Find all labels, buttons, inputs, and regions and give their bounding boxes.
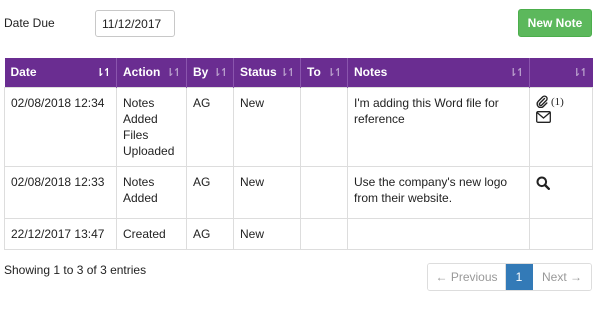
- new-note-button[interactable]: New Note: [518, 9, 592, 37]
- next-page-button[interactable]: Next →: [533, 264, 591, 290]
- column-header-date[interactable]: Date ⇂↿: [4, 58, 117, 87]
- cell-status: New: [233, 217, 301, 250]
- page-1-button[interactable]: 1: [506, 264, 533, 290]
- table-row: 22/12/2017 13:47 Created AG New: [4, 217, 593, 250]
- table-row: 02/08/2018 12:33 Notes Added AG New Use …: [4, 165, 593, 219]
- sort-icon[interactable]: ⇂↿: [327, 66, 344, 79]
- table-header-row: Date ⇂↿ Action ⇂↿ By ⇂↿ Status ⇂↿ To ⇂↿ …: [4, 58, 593, 87]
- sort-descending-icon[interactable]: ⇂↿: [96, 66, 113, 79]
- attachment-count: (1): [551, 95, 564, 108]
- cell-date: 02/08/2018 12:34: [4, 86, 117, 167]
- envelope-icon[interactable]: [536, 110, 551, 123]
- cell-date: 02/08/2018 12:33: [4, 165, 117, 219]
- table-info: Showing 1 to 3 of 3 entries: [4, 263, 147, 277]
- cell-to: [300, 86, 348, 167]
- pagination: ← Previous 1 Next →: [427, 263, 592, 291]
- column-header-label: Status: [240, 65, 277, 80]
- cell-to: [300, 165, 348, 219]
- cell-action: Created: [116, 217, 187, 250]
- column-header-by[interactable]: By ⇂↿: [186, 58, 234, 87]
- column-header-label: To: [307, 65, 321, 80]
- cell-row-actions: [529, 217, 593, 250]
- cell-action: Notes Added: [116, 165, 187, 219]
- cell-notes: Use the company's new logo from their we…: [347, 165, 530, 219]
- column-header-actions[interactable]: ⇂↿: [529, 58, 593, 87]
- cell-by: AG: [186, 217, 234, 250]
- table-row: 02/08/2018 12:34 Notes Added Files Uploa…: [4, 86, 593, 167]
- cell-action: Notes Added Files Uploaded: [116, 86, 187, 167]
- date-due-label: Date Due: [4, 16, 55, 30]
- column-header-label: Date: [10, 65, 37, 80]
- search-icon[interactable]: [536, 176, 550, 190]
- paperclip-icon[interactable]: [536, 95, 548, 108]
- column-header-action[interactable]: Action ⇂↿: [116, 58, 187, 87]
- notes-table: Date ⇂↿ Action ⇂↿ By ⇂↿ Status ⇂↿ To ⇂↿ …: [4, 58, 593, 250]
- cell-status: New: [233, 86, 301, 167]
- cell-status: New: [233, 165, 301, 219]
- sort-icon[interactable]: ⇂↿: [166, 66, 183, 79]
- sort-icon[interactable]: ⇂↿: [572, 66, 589, 79]
- filter-bar: Date Due New Note: [0, 0, 600, 48]
- previous-page-button[interactable]: ← Previous: [428, 264, 506, 290]
- cell-to: [300, 217, 348, 250]
- sort-icon[interactable]: ⇂↿: [213, 66, 230, 79]
- cell-by: AG: [186, 165, 234, 219]
- cell-by: AG: [186, 86, 234, 167]
- column-header-to[interactable]: To ⇂↿: [300, 58, 348, 87]
- cell-notes: [347, 217, 530, 250]
- cell-row-actions: (1): [529, 86, 593, 167]
- date-due-input[interactable]: [95, 10, 175, 37]
- column-header-label: Action: [123, 65, 161, 80]
- sort-icon[interactable]: ⇂↿: [280, 66, 297, 79]
- cell-notes: I'm adding this Word file for reference: [347, 86, 530, 167]
- column-header-label: Notes: [354, 65, 388, 80]
- column-header-status[interactable]: Status ⇂↿: [233, 58, 301, 87]
- cell-row-actions: [529, 165, 593, 219]
- column-header-label: By: [193, 65, 209, 80]
- sort-icon[interactable]: ⇂↿: [509, 66, 526, 79]
- column-header-notes[interactable]: Notes ⇂↿: [347, 58, 530, 87]
- cell-date: 22/12/2017 13:47: [4, 217, 117, 250]
